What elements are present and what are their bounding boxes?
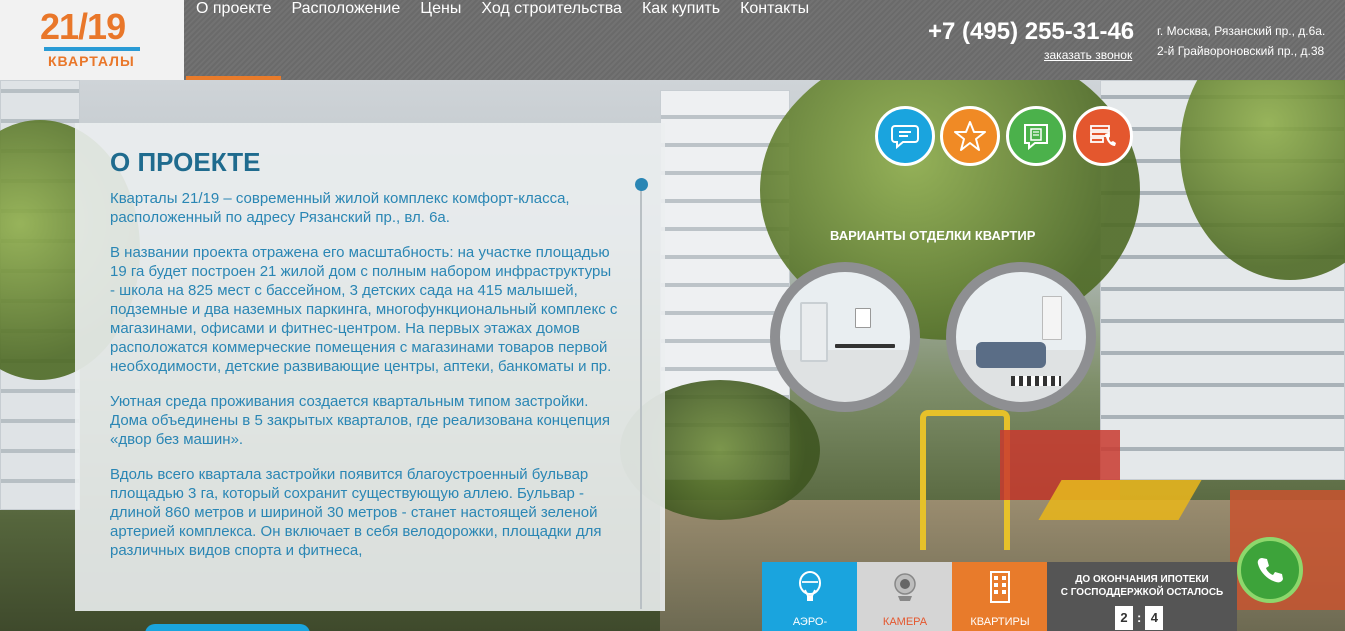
floating-call-button[interactable] [1237,537,1303,603]
playground-swing [920,410,1010,550]
building-icon [990,571,1010,603]
about-text: Кварталы 21/19 – современный жилой компл… [110,189,620,576]
phone-number[interactable]: +7 (495) 255-31-46 [928,18,1134,46]
document-chat-icon [1024,124,1048,151]
documents-button[interactable] [1006,106,1066,166]
address: г. Москва, Рязанский пр., д.6а. 2-й Грай… [1157,21,1325,61]
main-nav: О проекте Расположение Цены Ход строител… [186,0,819,80]
countdown-line-1: ДО ОКОНЧАНИЯ ИПОТЕКИ [1075,574,1209,585]
aero-label: АЭРО- [792,616,828,628]
header: 21/19 КВАРТАЛЫ О проекте Расположение Це… [0,0,1345,80]
scrollbar-track[interactable] [640,189,642,609]
countdown-digit: 4 [1145,606,1164,630]
chat-button[interactable] [875,106,935,166]
flats-tile[interactable]: КВАРТИРЫ [952,562,1048,631]
flats-label: КВАРТИРЫ [970,616,1030,628]
logo-bar [44,47,140,51]
about-paragraph: В названии проекта отражена его масштабн… [110,244,618,375]
nav-item-how-to-buy[interactable]: Как купить [632,0,730,80]
countdown-digit: 2 [1115,606,1133,630]
desk [835,344,895,348]
picture [855,308,871,328]
callback-link[interactable]: заказать звонок [1044,48,1132,62]
finish-option-2[interactable] [946,262,1096,412]
camera-label: КАМЕРА [882,616,928,628]
finish-option-1[interactable] [770,262,920,412]
about-title: О ПРОЕКТЕ [110,147,261,177]
mortgage-countdown: ДО ОКОНЧАНИЯ ИПОТЕКИ С ГОСПОДДЕРЖКОЙ ОСТ… [1047,562,1237,631]
phone-list-icon [1090,125,1116,146]
address-line-2: 2-й Грайвороновский пр., д.38 [1157,44,1325,58]
about-paragraph: Вдоль всего квартала застройки появится … [110,466,602,559]
about-paragraph: Кварталы 21/19 – современный жилой компл… [110,190,570,226]
sofa [976,342,1046,368]
countdown-line-2: С ГОСПОДДЕРЖКОЙ ОСТАЛОСЬ [1060,587,1224,598]
nav-item-contacts[interactable]: Контакты [730,0,819,80]
countdown-separator: : [1137,610,1142,625]
shelf [1042,296,1062,340]
nav-item-location[interactable]: Расположение [281,0,410,80]
rug [1011,376,1061,386]
camera-tile[interactable]: КАМЕРА [857,562,953,631]
scroll-pill-button[interactable] [145,624,310,631]
bookshelf [800,302,828,362]
nav-item-construction[interactable]: Ход строительства [471,0,632,80]
about-paragraph: Уютная среда проживания создается кварта… [110,393,611,448]
favorites-button[interactable] [940,106,1000,166]
logo-subtitle: КВАРТАЛЫ [48,53,135,69]
chat-icon [891,125,919,150]
scrollbar-handle[interactable] [635,178,648,191]
phone-icon [1257,558,1283,583]
webcam-icon [894,573,916,601]
logo[interactable]: 21/19 КВАРТАЛЫ [0,0,184,80]
countdown-digits: 2 : 4 [1115,606,1164,630]
playground-slide [1038,480,1202,520]
star-icon [954,121,986,151]
nav-item-about[interactable]: О проекте [186,0,282,80]
finishes-title: ВАРИАНТЫ ОТДЕЛКИ КВАРТИР [830,228,1036,243]
logo-number: 21/19 [40,6,126,47]
address-line-1: г. Москва, Рязанский пр., д.6а. [1157,24,1326,38]
request-call-button[interactable] [1073,106,1133,166]
aero-tile[interactable]: АЭРО- [762,562,858,631]
about-panel: О ПРОЕКТЕ Кварталы 21/19 – современный ж… [75,123,665,611]
nav-item-prices[interactable]: Цены [410,0,471,80]
balloon-icon [799,571,821,601]
